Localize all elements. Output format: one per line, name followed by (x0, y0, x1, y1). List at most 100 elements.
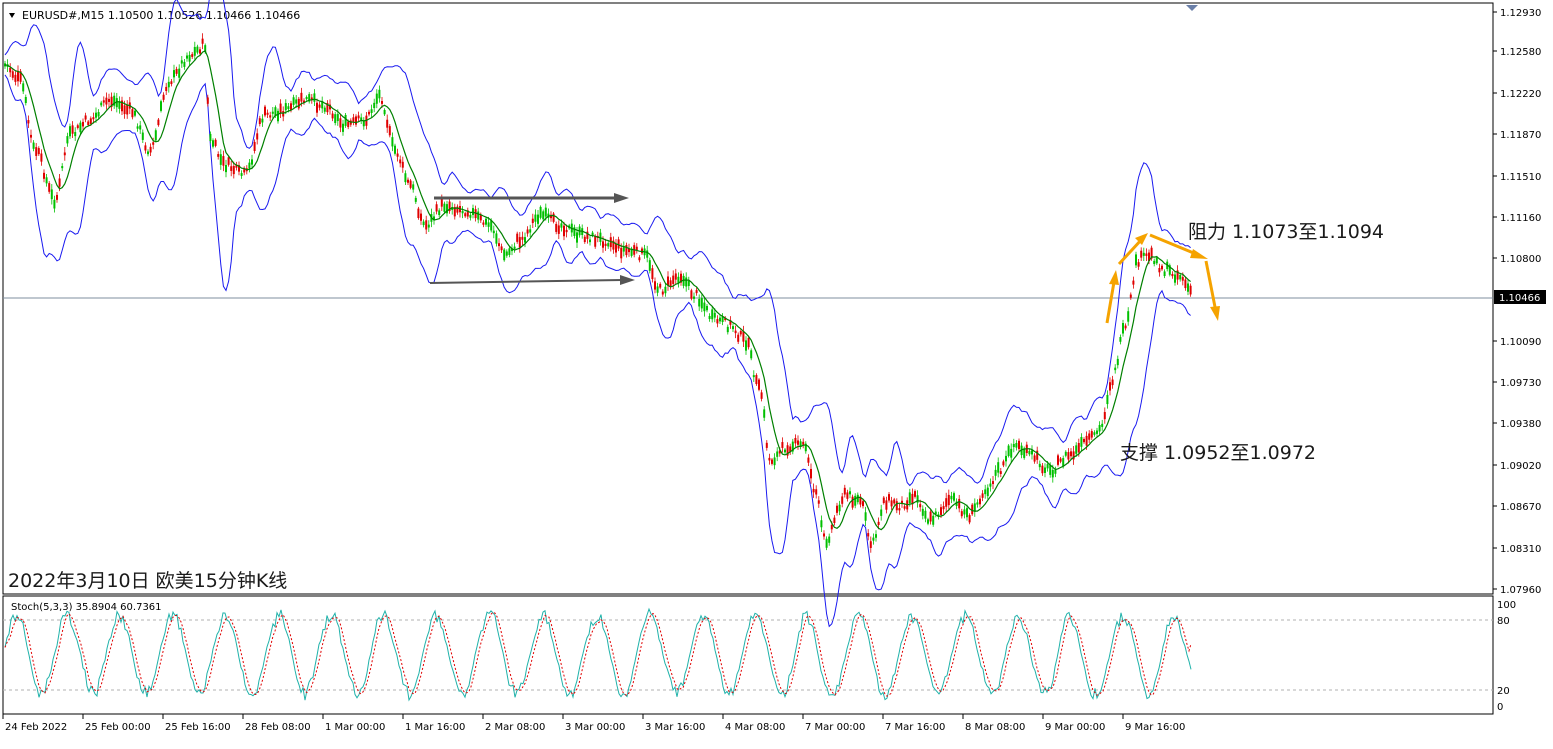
candle-body (264, 106, 266, 116)
candle-body (615, 243, 617, 253)
candle-body (999, 471, 1002, 474)
candle-body (22, 83, 25, 92)
candle-body (947, 494, 950, 506)
candle-body (1049, 465, 1052, 475)
candle-body (942, 506, 945, 510)
candle-body (958, 498, 961, 509)
candle-body (440, 198, 443, 207)
candle-body (880, 509, 883, 516)
candle-body (154, 130, 157, 141)
candle-body (552, 213, 555, 222)
candle-body (763, 409, 766, 418)
candle-body (635, 246, 638, 251)
candle-body (43, 172, 45, 179)
candle-body (347, 121, 350, 128)
candle-body (139, 125, 142, 130)
candle-body (503, 249, 506, 261)
candle-body (747, 337, 750, 348)
candle-body (773, 457, 776, 466)
candle-body (230, 166, 233, 171)
time-tick-label: 7 Mar 16:00 (885, 722, 945, 733)
candle-body (703, 302, 706, 312)
time-tick-label: 4 Mar 08:00 (725, 722, 785, 733)
candle-body (836, 505, 838, 513)
candle-body (464, 213, 467, 217)
candle-body (469, 214, 472, 218)
candle-body (968, 515, 971, 523)
candle-body (388, 126, 391, 136)
price-tick-label: 1.08310 (1500, 544, 1541, 555)
candle-body (1015, 442, 1018, 448)
candle-body (53, 199, 56, 209)
candle-body (945, 498, 948, 507)
candle-body (352, 117, 355, 122)
candle-body (856, 494, 859, 503)
candle-body (243, 169, 246, 173)
candle-body (357, 115, 360, 119)
symbol-header: EURUSD#,M15 1.10500 1.10526 1.10466 1.10… (22, 9, 300, 22)
candle-body (563, 225, 565, 237)
stoch-axis: 100 80 20 0 (1497, 600, 1516, 713)
time-tick-label: 25 Feb 00:00 (85, 722, 151, 733)
price-tick-label: 1.12220 (1500, 89, 1541, 100)
candle-body (812, 488, 815, 493)
candle-body (61, 166, 64, 169)
candle-body (1077, 442, 1080, 453)
candle-body (269, 115, 272, 118)
candle-body (604, 243, 607, 246)
candle-body (188, 54, 191, 62)
candle-body (529, 229, 532, 233)
candle-body (305, 96, 308, 100)
candle-body (422, 221, 425, 226)
candle-body (659, 283, 662, 288)
candle-body (508, 248, 511, 255)
candle-body (123, 105, 126, 115)
candle-body (732, 326, 734, 330)
candle-body (482, 222, 485, 225)
candle-body (695, 290, 698, 294)
candle-body (771, 459, 773, 464)
candle-body (885, 500, 888, 510)
candle-body (656, 286, 659, 293)
candle-body (1083, 438, 1085, 443)
time-tick-label: 3 Mar 00:00 (565, 722, 625, 733)
candle-body (30, 134, 32, 138)
candle-body (576, 232, 578, 243)
price-tick-label: 1.11160 (1500, 213, 1541, 224)
chart-svg[interactable]: EURUSD#,M15 1.10500 1.10526 1.10466 1.10… (0, 0, 1553, 744)
price-tick-label: 1.12930 (1500, 8, 1541, 19)
candle-body (435, 204, 438, 212)
candle-body (191, 54, 194, 57)
candle-body (297, 98, 300, 109)
time-tick-label: 7 Mar 00:00 (805, 722, 865, 733)
candle-body (373, 102, 376, 109)
candle-body (638, 257, 641, 261)
stoch-tick-label: 100 (1497, 600, 1516, 611)
candle-body (1142, 252, 1145, 256)
time-tick-label: 3 Mar 16:00 (645, 722, 705, 733)
candle-body (674, 273, 677, 280)
candle-body (882, 497, 885, 504)
candle-body (136, 126, 139, 129)
candle-body (758, 379, 760, 390)
candle-body (797, 440, 799, 445)
candle-body (165, 86, 168, 91)
candle-body (35, 147, 38, 156)
candle-body (940, 507, 942, 515)
candle-body (1002, 461, 1005, 466)
candle-body (368, 111, 370, 115)
candle-body (544, 207, 547, 217)
candle-body (261, 118, 264, 123)
time-axis[interactable]: 24 Feb 2022 25 Feb 00:00 25 Feb 16:00 28 Fe… (2, 714, 1185, 733)
candle-body (745, 340, 747, 351)
candle-body (427, 224, 430, 228)
stoch-plot-area[interactable] (2, 595, 1494, 715)
candle-body (336, 114, 339, 122)
candle-body (1153, 260, 1156, 265)
candle-body (1127, 311, 1130, 322)
candle-body (45, 177, 48, 184)
candle-body (173, 70, 175, 78)
candle-body (157, 119, 160, 126)
candle-body (1137, 262, 1140, 267)
price-tick-label: 1.08670 (1500, 502, 1541, 513)
